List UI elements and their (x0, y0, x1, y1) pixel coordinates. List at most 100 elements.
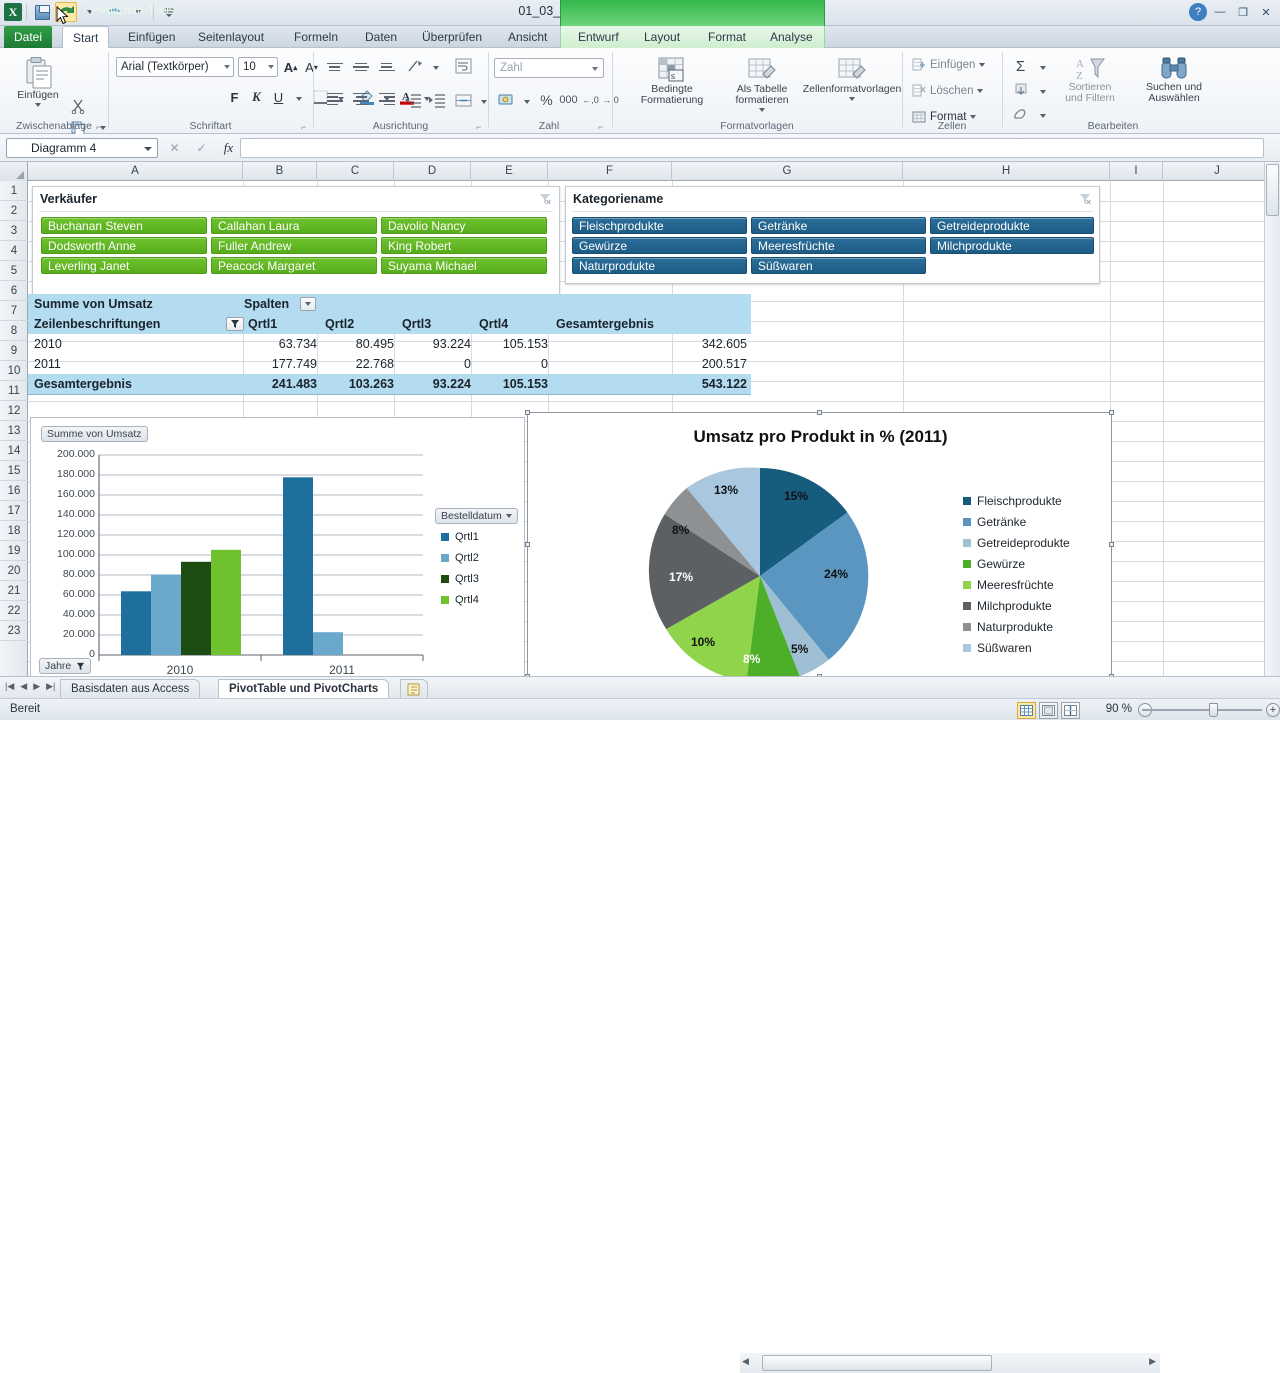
row-header-16[interactable]: 16 (0, 481, 28, 501)
increase-font-size-button[interactable]: A▴ (280, 57, 301, 77)
insert-cells-button[interactable]: Einfügen (912, 58, 985, 72)
help-button[interactable]: ? (1189, 3, 1207, 21)
align-top-button[interactable] (327, 58, 347, 76)
tab-analyse[interactable]: Analyse (760, 26, 823, 48)
thousands-format-button[interactable]: 000 (558, 90, 579, 110)
slicer-item-leverling-janet[interactable]: Leverling Janet (41, 257, 207, 274)
worksheet-grid[interactable]: Verkäufer Buchanan Steven Callahan Laura… (0, 162, 1280, 676)
row-header-15[interactable]: 15 (0, 461, 28, 481)
page-break-view-button[interactable] (1061, 702, 1080, 719)
row-header-21[interactable]: 21 (0, 581, 28, 601)
orientation-button[interactable] (405, 56, 426, 76)
name-box[interactable]: Diagramm 4 (6, 138, 158, 158)
next-sheet-icon[interactable]: ▶ (33, 681, 40, 692)
font-dialog-launcher[interactable]: ⌐ (301, 122, 310, 131)
fill-button[interactable] (1010, 80, 1031, 100)
row-header-19[interactable]: 19 (0, 541, 28, 561)
page-layout-view-button[interactable] (1039, 702, 1058, 719)
row-header-9[interactable]: 9 (0, 341, 28, 361)
sheet-tab-pivottable[interactable]: PivotTable und PivotCharts (218, 679, 389, 699)
slicer-item-meeresfruechte[interactable]: Meeresfrüchte (751, 237, 926, 254)
underline-dropdown[interactable] (288, 89, 309, 109)
sheet-nav-buttons[interactable]: |◀ ◀ ▶ ▶| (5, 681, 55, 692)
slicer-item-suesswaren[interactable]: Süßwaren (751, 257, 926, 274)
clipboard-dialog-launcher[interactable]: ⌐ (96, 122, 105, 131)
tab-ansicht[interactable]: Ansicht (498, 26, 557, 48)
slicer-item-naturprodukte[interactable]: Naturprodukte (572, 257, 747, 274)
restore-button[interactable]: ❐ (1233, 3, 1253, 21)
paste-button[interactable]: Einfügen (10, 56, 66, 107)
tab-layout[interactable]: Layout (634, 26, 690, 48)
find-select-button[interactable]: Suchen und Auswählen (1132, 56, 1216, 104)
clear-filter-icon[interactable] (1078, 192, 1092, 206)
slicer-item-buchanan-steven[interactable]: Buchanan Steven (41, 217, 207, 234)
pivot-row-filter-button[interactable] (226, 317, 244, 331)
row-header-8[interactable]: 8 (0, 321, 28, 341)
sheet-tab-basisdaten[interactable]: Basisdaten aus Access (60, 679, 200, 699)
align-left-button[interactable] (327, 90, 347, 108)
fill-dropdown[interactable] (1032, 82, 1053, 102)
align-middle-button[interactable] (353, 58, 373, 76)
tab-entwurf[interactable]: Entwurf (568, 26, 629, 48)
cut-button[interactable] (68, 96, 89, 116)
slicer-item-milchprodukte[interactable]: Milchprodukte (930, 237, 1094, 254)
percent-format-button[interactable]: % (536, 90, 557, 110)
wrap-text-button[interactable] (453, 56, 474, 76)
row-header-13[interactable]: 13 (0, 421, 28, 441)
column-header-g[interactable]: G (672, 162, 903, 181)
accept-formula-button[interactable]: ✓ (193, 139, 210, 157)
slicer-item-suyama-michael[interactable]: Suyama Michael (381, 257, 547, 274)
normal-view-button[interactable] (1017, 702, 1036, 719)
slicer-kategoriename[interactable]: Kategoriename Fleischprodukte Getränke G… (565, 186, 1100, 284)
font-family-combo[interactable]: Arial (Textkörper) (116, 57, 234, 77)
slicer-item-fleischprodukte[interactable]: Fleischprodukte (572, 217, 747, 234)
cell-styles-button[interactable]: Zellenformatvorlagen (804, 56, 900, 101)
chart-axis-field-button[interactable]: Jahre (39, 658, 91, 674)
formula-input[interactable] (240, 138, 1264, 158)
orientation-dropdown[interactable] (425, 58, 446, 78)
scroll-left-icon[interactable]: ◀ (742, 1356, 749, 1367)
insert-sheet-button[interactable] (400, 679, 428, 699)
tab-start[interactable]: Start (62, 26, 109, 49)
format-as-table-button[interactable]: Als Tabelle formatieren (722, 56, 802, 112)
underline-button[interactable]: U (268, 87, 289, 107)
column-header-j[interactable]: J (1163, 162, 1272, 181)
column-header-d[interactable]: D (394, 162, 471, 181)
zoom-slider-handle[interactable] (1209, 703, 1218, 717)
increase-indent-button[interactable] (427, 90, 448, 110)
align-bottom-button[interactable] (379, 58, 399, 76)
pivot-table[interactable]: Summe von Umsatz Spalten Zeilenbeschrift… (28, 294, 751, 404)
slicer-item-fuller-andrew[interactable]: Fuller Andrew (211, 237, 377, 254)
currency-dropdown[interactable] (516, 92, 537, 112)
vertical-scroll-thumb[interactable] (1266, 164, 1279, 216)
tab-ueberpruefen[interactable]: Überprüfen (412, 26, 492, 48)
first-sheet-icon[interactable]: |◀ (5, 681, 14, 692)
tab-format[interactable]: Format (698, 26, 756, 48)
tab-daten[interactable]: Daten (355, 26, 407, 48)
number-format-combo[interactable]: Zahl (494, 58, 604, 78)
align-center-button[interactable] (353, 90, 373, 108)
merge-cells-button[interactable] (453, 90, 474, 110)
tab-einfuegen[interactable]: Einfügen (118, 26, 185, 48)
slicer-item-davolio-nancy[interactable]: Davolio Nancy (381, 217, 547, 234)
umsatz-pro-produkt-pie[interactable]: Umsatz pro Produkt in % (2011) (527, 412, 1112, 676)
clear-filter-icon[interactable] (538, 192, 552, 206)
increase-decimal-button[interactable]: ←,0 (580, 90, 601, 110)
select-all-button[interactable] (0, 162, 28, 181)
row-header-10[interactable]: 10 (0, 361, 28, 381)
italic-button[interactable]: K (246, 87, 267, 107)
conditional-formatting-button[interactable]: ≤ Bedingte Formatierung (630, 56, 714, 106)
zoom-in-button[interactable]: + (1266, 703, 1280, 717)
row-header-6[interactable]: 6 (0, 281, 28, 301)
row-header-14[interactable]: 14 (0, 441, 28, 461)
zoom-slider[interactable] (1142, 709, 1262, 711)
resize-handle-ml[interactable] (525, 542, 530, 547)
slicer-item-getraenke[interactable]: Getränke (751, 217, 926, 234)
slicer-item-dodsworth-anne[interactable]: Dodsworth Anne (41, 237, 207, 254)
row-header-4[interactable]: 4 (0, 241, 28, 261)
currency-format-button[interactable] (496, 90, 517, 110)
tab-formeln[interactable]: Formeln (284, 26, 348, 48)
number-dialog-launcher[interactable]: ⌐ (598, 122, 607, 131)
decrease-indent-button[interactable] (403, 90, 424, 110)
column-header-h[interactable]: H (903, 162, 1110, 181)
